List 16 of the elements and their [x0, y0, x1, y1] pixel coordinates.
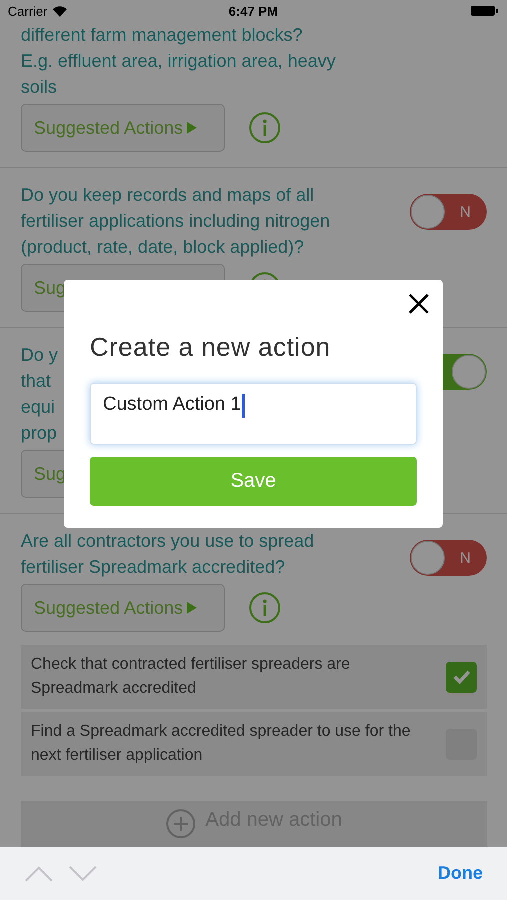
input-field[interactable]: Custom Action 1 [90, 383, 417, 445]
action-text: Check that contracted fertiliser spreaders are Spreadmark accredited [31, 655, 352, 699]
question-text: different farm management blocks? E.g. effluent area, irrigation area, heavy soils [21, 24, 336, 99]
question-text: Do you keep records and maps of all fertiliser applications including nitrogen (product, rate, date, block applied)? [21, 184, 330, 259]
question-text: Do y that equi prop [21, 344, 58, 445]
save-button[interactable]: Save [90, 457, 417, 506]
clock: 6:47 PM [228, 4, 278, 18]
question-text: Are all contractors you use to spread fertiliser Spreadmark accredited? [21, 530, 314, 579]
suggested-actions-button[interactable]: Suggested Actions [21, 104, 225, 152]
dialog-title: Create a new action [90, 332, 332, 363]
carrier-label: Carrier [8, 4, 48, 18]
action-text: Find a Spreadmark accredited spreader to use for the next fertiliser application [31, 722, 412, 766]
done-button[interactable]: Done [438, 863, 483, 884]
toggle-switch[interactable]: N [410, 540, 487, 576]
suggested-actions-button[interactable]: Suggested Actions [21, 584, 225, 632]
toggle-switch[interactable]: N [410, 194, 487, 230]
